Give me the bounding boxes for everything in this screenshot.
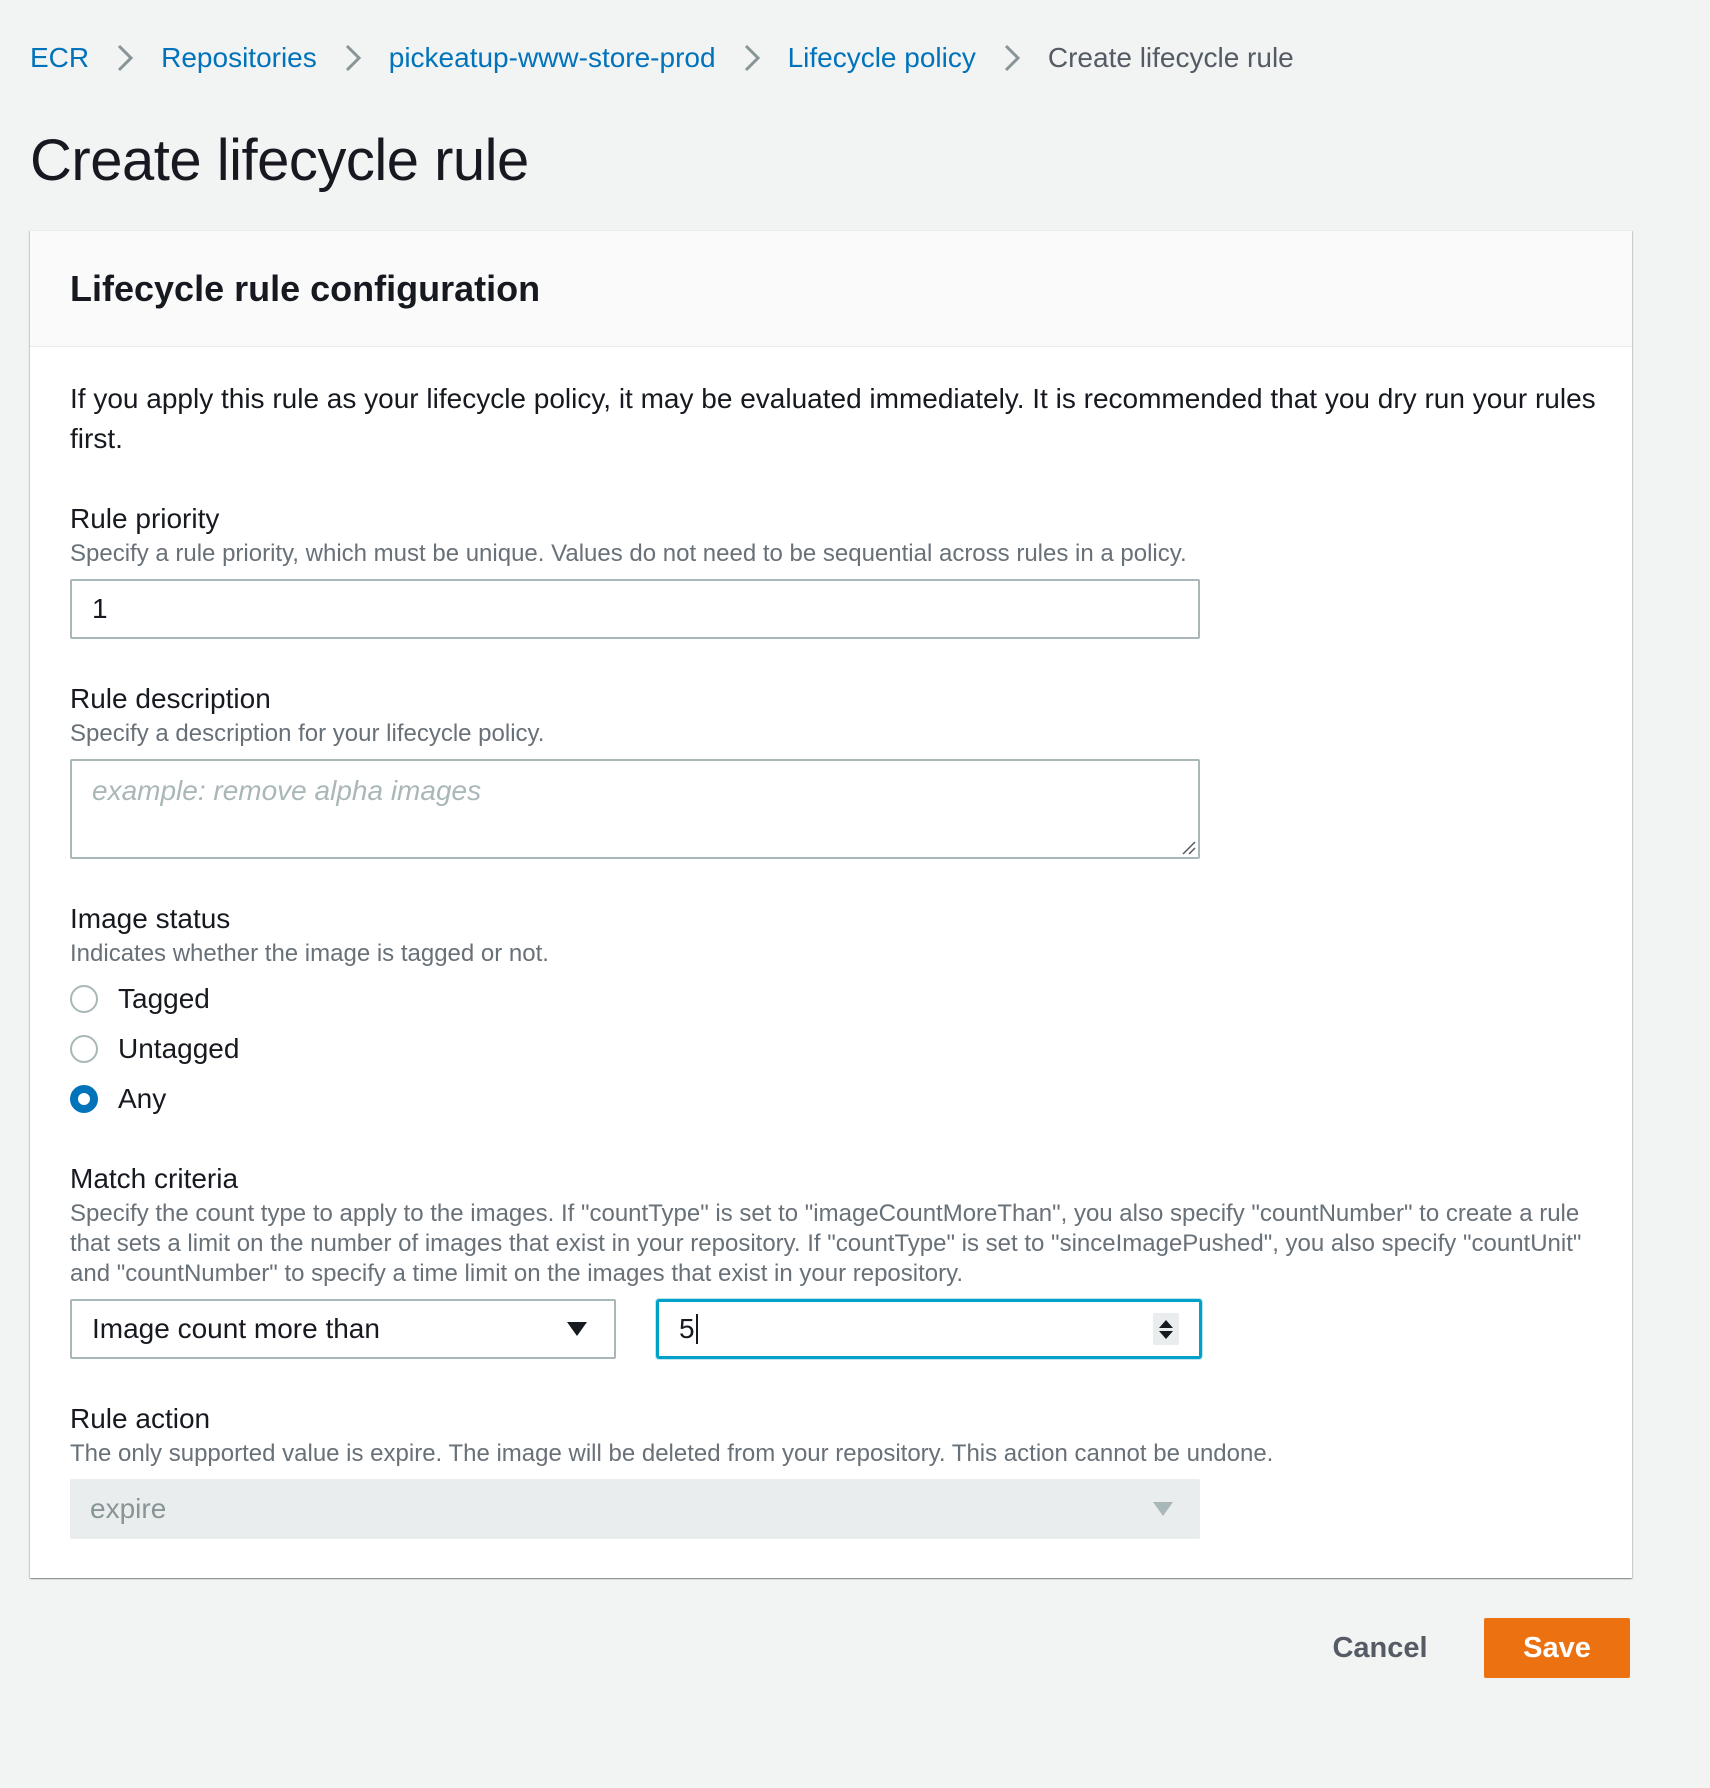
count-type-value: Image count more than bbox=[92, 1313, 380, 1344]
radio-button[interactable] bbox=[70, 985, 98, 1013]
chevron-right-icon bbox=[317, 38, 389, 78]
panel-intro-text: If you apply this rule as your lifecycle… bbox=[70, 383, 1596, 454]
resize-grip-icon[interactable] bbox=[1180, 839, 1196, 855]
radio-option-untagged[interactable]: Untagged bbox=[70, 1029, 239, 1069]
radio-option-any[interactable]: Any bbox=[70, 1079, 166, 1119]
caret-down-icon bbox=[567, 1322, 587, 1336]
rule-priority-label: Rule priority bbox=[70, 503, 220, 534]
count-number-value: 5 bbox=[679, 1313, 695, 1344]
count-type-select[interactable]: Image count more than bbox=[70, 1299, 616, 1359]
image-status-label: Image status bbox=[70, 903, 231, 934]
image-status-description: Indicates whether the image is tagged or… bbox=[70, 940, 549, 967]
radio-button-selected[interactable] bbox=[70, 1085, 98, 1113]
chevron-right-icon bbox=[716, 38, 788, 78]
rule-description-textarea[interactable] bbox=[70, 759, 1200, 859]
match-criteria-description: Specify the count type to apply to the i… bbox=[70, 1200, 1582, 1287]
count-number-input[interactable]: 5 bbox=[656, 1299, 1202, 1359]
caret-down-icon bbox=[1153, 1502, 1173, 1516]
radio-option-tagged[interactable]: Tagged bbox=[70, 979, 210, 1019]
rule-priority-input[interactable] bbox=[70, 579, 1200, 639]
rule-description-description: Specify a description for your lifecycle… bbox=[70, 720, 545, 747]
page: ECR Repositories pickeatup-www-store-pro… bbox=[0, 0, 1710, 1788]
panel-title: Lifecycle rule configuration bbox=[70, 268, 541, 309]
rule-description-label: Rule description bbox=[70, 683, 271, 714]
panel-header: Lifecycle rule configuration bbox=[30, 231, 1632, 347]
number-stepper[interactable] bbox=[1153, 1313, 1179, 1345]
radio-label: Any bbox=[118, 1083, 167, 1114]
count-number-value-wrap: 5 bbox=[679, 1313, 698, 1345]
match-criteria-label: Match criteria bbox=[70, 1163, 239, 1194]
page-title: Create lifecycle rule bbox=[30, 128, 529, 193]
rule-action-description: The only supported value is expire. The … bbox=[70, 1440, 1274, 1467]
breadcrumb-link-repositories[interactable]: Repositories bbox=[161, 38, 317, 78]
lifecycle-rule-panel: Lifecycle rule configuration If you appl… bbox=[30, 230, 1632, 1578]
radio-button[interactable] bbox=[70, 1035, 98, 1063]
chevron-right-icon bbox=[976, 38, 1048, 78]
stepper-up-icon[interactable] bbox=[1159, 1319, 1173, 1328]
save-button[interactable]: Save bbox=[1484, 1618, 1630, 1678]
stepper-down-icon[interactable] bbox=[1159, 1330, 1173, 1339]
breadcrumb-link-ecr[interactable]: ECR bbox=[30, 38, 89, 78]
radio-label: Untagged bbox=[118, 1033, 240, 1064]
breadcrumb-current: Create lifecycle rule bbox=[1047, 42, 1294, 73]
cancel-button[interactable]: Cancel bbox=[1320, 1618, 1440, 1678]
chevron-right-icon bbox=[89, 38, 161, 78]
rule-priority-description: Specify a rule priority, which must be u… bbox=[70, 540, 1187, 567]
rule-action-select: expire bbox=[70, 1479, 1200, 1539]
breadcrumb-link-repository[interactable]: pickeatup-www-store-prod bbox=[389, 38, 716, 78]
breadcrumb-link-lifecycle-policy[interactable]: Lifecycle policy bbox=[788, 38, 976, 78]
radio-label: Tagged bbox=[118, 983, 210, 1014]
text-cursor bbox=[695, 1314, 698, 1344]
breadcrumb: ECR Repositories pickeatup-www-store-pro… bbox=[30, 38, 1294, 78]
rule-action-value: expire bbox=[90, 1493, 167, 1524]
rule-action-label: Rule action bbox=[70, 1403, 211, 1434]
